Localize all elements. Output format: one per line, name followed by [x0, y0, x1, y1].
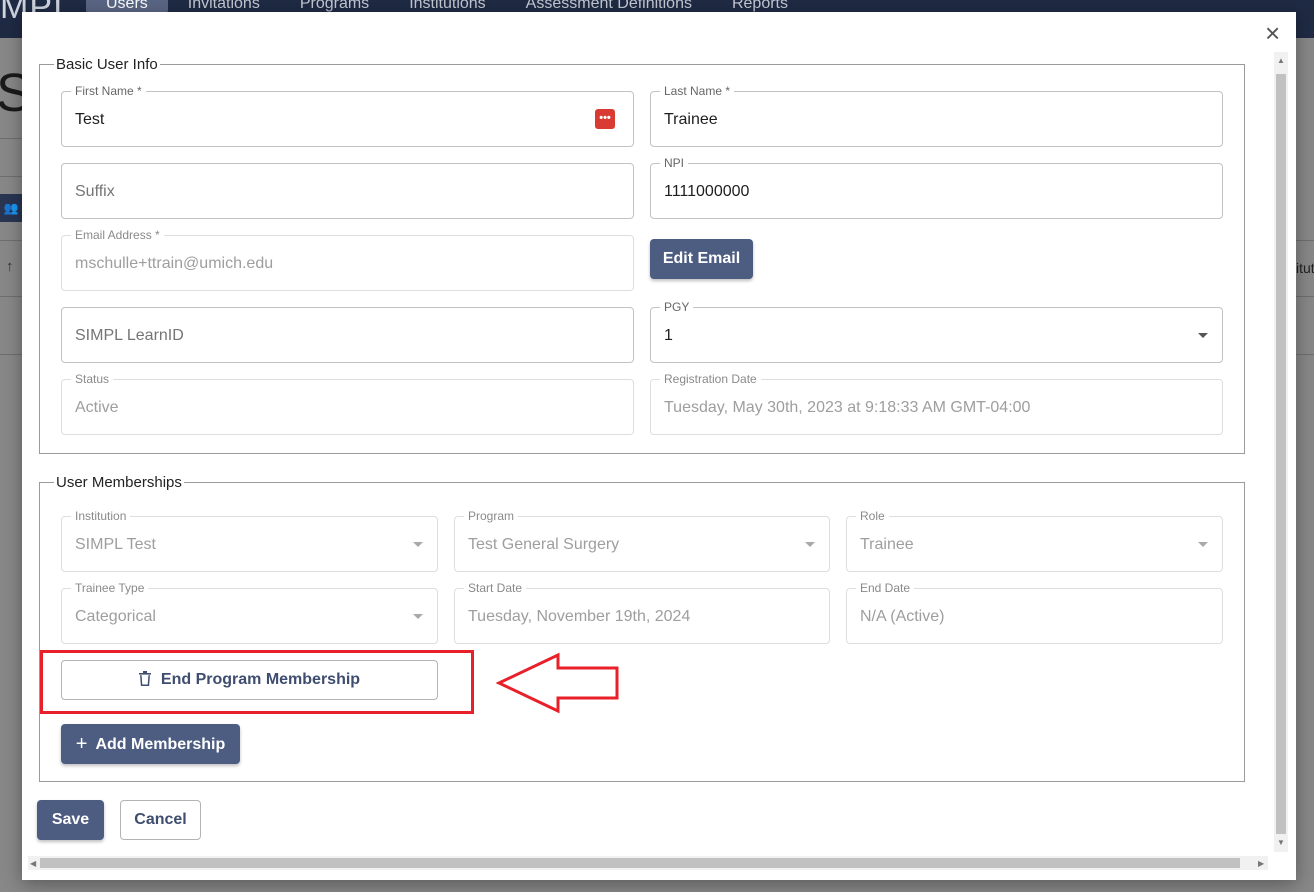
chevron-down-icon — [1198, 542, 1208, 547]
suffix-field[interactable]: Suffix — [61, 163, 634, 219]
program-select: Program Test General Surgery — [454, 509, 830, 572]
annotation-arrow-icon — [496, 652, 619, 714]
edit-user-modal: × Basic User Info First Name * Test ••• … — [22, 12, 1296, 880]
field-value: Active — [75, 399, 119, 416]
sort-arrow-icon[interactable]: ↑ — [6, 258, 14, 275]
divider — [1296, 354, 1314, 355]
pgy-select[interactable]: PGY 1 — [650, 300, 1223, 363]
field-label: Role — [856, 509, 889, 523]
divider — [0, 296, 22, 297]
divider — [0, 176, 22, 177]
field-label: PGY — [660, 300, 694, 314]
scrollbar-thumb[interactable] — [1276, 74, 1286, 834]
email-field: Email Address * mschulle+ttrain@umich.ed… — [61, 228, 634, 291]
registration-date-field: Registration Date Tuesday, May 30th, 202… — [650, 372, 1223, 435]
section-legend: Basic User Info — [56, 56, 158, 73]
field-label: Trainee Type — [71, 581, 149, 595]
field-label: NPI — [660, 156, 689, 170]
trainee-type-select: Trainee Type Categorical — [61, 581, 438, 644]
add-membership-button[interactable]: + Add Membership — [61, 724, 240, 764]
section-legend: User Memberships — [56, 474, 182, 491]
status-field: Status Active — [61, 372, 634, 435]
field-value: Test — [75, 111, 105, 128]
field-value: Trainee — [860, 536, 914, 553]
chevron-down-icon — [1198, 333, 1208, 338]
divider — [1296, 296, 1314, 297]
field-label: Email Address * — [71, 228, 164, 242]
scroll-up-icon[interactable]: ▲ — [1277, 56, 1285, 65]
field-value: Categorical — [75, 608, 156, 625]
edit-email-button[interactable]: Edit Email — [650, 239, 753, 279]
field-label: Program — [464, 509, 519, 523]
field-value: 1 — [664, 327, 673, 344]
chevron-down-icon — [413, 614, 423, 619]
end-date-field: End Date N/A (Active) — [846, 581, 1223, 644]
field-label: First Name * — [71, 84, 146, 98]
field-label: Status — [71, 372, 114, 386]
first-name-field[interactable]: First Name * Test ••• — [61, 84, 634, 147]
cancel-button[interactable]: Cancel — [120, 800, 201, 840]
npi-field[interactable]: NPI 1111000000 — [650, 156, 1223, 219]
scroll-left-icon[interactable]: ◀ — [30, 859, 36, 868]
field-value: 1111000000 — [664, 183, 750, 200]
annotation-highlight-box — [40, 650, 474, 714]
chevron-down-icon — [805, 542, 815, 547]
add-user-button[interactable]: 👥 — [0, 194, 22, 222]
close-icon[interactable]: × — [1265, 20, 1280, 46]
scrollbar-thumb[interactable] — [40, 858, 1240, 868]
save-button[interactable]: Save — [37, 800, 104, 840]
start-date-field: Start Date Tuesday, November 19th, 2024 — [454, 581, 830, 644]
last-name-field[interactable]: Last Name * Trainee — [650, 84, 1223, 147]
scroll-down-icon[interactable]: ▼ — [1277, 838, 1285, 847]
divider — [0, 138, 22, 139]
horizontal-scrollbar[interactable]: ◀ ▶ — [28, 856, 1268, 870]
field-value: SIMPL Test — [75, 536, 156, 553]
password-manager-icon[interactable]: ••• — [595, 109, 615, 129]
field-label: Last Name * — [660, 84, 735, 98]
field-label: Start Date — [464, 581, 527, 595]
field-placeholder: Suffix — [75, 183, 115, 200]
field-label: End Date — [856, 581, 915, 595]
divider — [1296, 240, 1314, 241]
add-user-icon: 👥 — [3, 201, 19, 215]
field-value: Trainee — [664, 111, 718, 128]
field-placeholder: SIMPL LearnID — [75, 327, 184, 344]
role-select: Role Trainee — [846, 509, 1223, 572]
field-label: Institution — [71, 509, 131, 523]
field-value: mschulle+ttrain@umich.edu — [75, 255, 274, 272]
scroll-right-icon[interactable]: ▶ — [1258, 859, 1264, 868]
field-value: Tuesday, May 30th, 2023 at 9:18:33 AM GM… — [664, 399, 1031, 416]
chevron-down-icon — [413, 542, 423, 547]
divider — [0, 354, 22, 355]
institution-select: Institution SIMPL Test — [61, 509, 438, 572]
field-label: Registration Date — [660, 372, 761, 386]
vertical-scrollbar[interactable]: ▲ ▼ — [1274, 52, 1288, 852]
column-header-fragment: itut — [1296, 260, 1314, 276]
button-label: Add Membership — [95, 736, 226, 753]
plus-icon: + — [75, 733, 88, 755]
field-value: Test General Surgery — [468, 536, 620, 553]
divider — [0, 240, 22, 241]
field-value: Tuesday, November 19th, 2024 — [468, 608, 691, 625]
field-value: N/A (Active) — [860, 608, 945, 625]
learn-id-field[interactable]: SIMPL LearnID — [61, 307, 634, 363]
